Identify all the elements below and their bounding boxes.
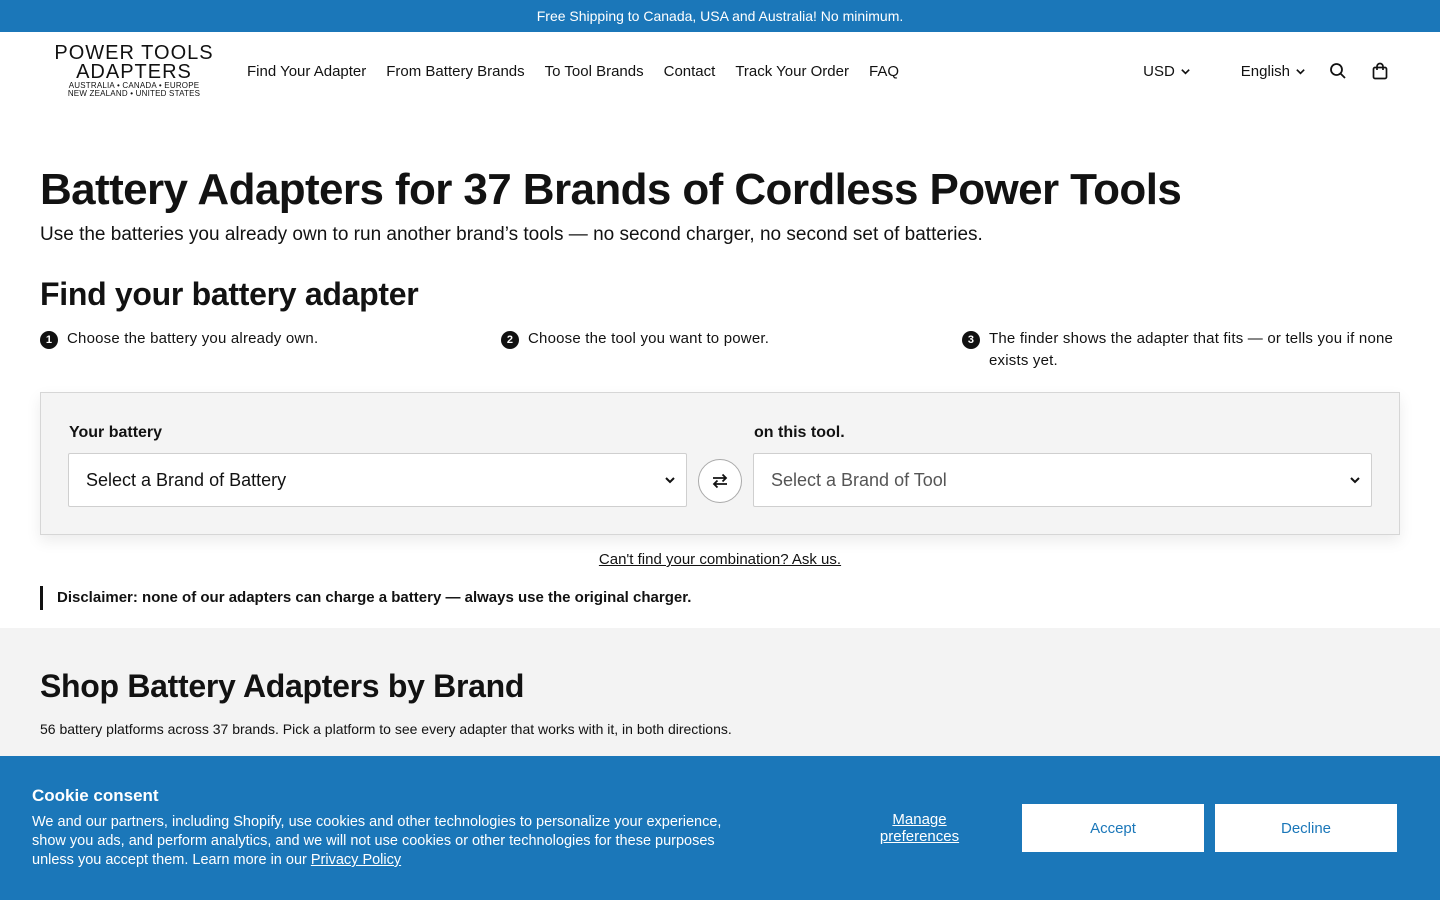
step-1: 1 Choose the battery you already own. [40, 328, 501, 372]
ask-us-link[interactable]: Can't find your combination? Ask us. [599, 551, 841, 568]
battery-brand-select[interactable]: Select a Brand of Battery [68, 453, 687, 507]
chevron-down-icon [665, 477, 675, 484]
cart-icon [1372, 62, 1388, 80]
search-button[interactable] [1328, 61, 1348, 81]
chevron-down-icon [1296, 68, 1305, 75]
battery-label: Your battery [69, 424, 163, 441]
tool-select-value: Select a Brand of Tool [771, 469, 947, 490]
step-text: The finder shows the adapter that fits —… [989, 330, 1394, 369]
logo-sub-2: NEW ZEALAND • UNITED STATES [67, 89, 201, 98]
step-3: 3 The finder shows the adapter that fits… [962, 328, 1400, 372]
step-text: Choose the tool you want to power. [528, 330, 770, 347]
chevron-down-icon [1181, 68, 1190, 75]
main-nav: Find Your Adapter From Battery Brands To… [247, 63, 899, 80]
step-number: 1 [40, 331, 58, 349]
nav-find-your-adapter[interactable]: Find Your Adapter [247, 63, 366, 80]
manage-preferences-link[interactable]: Manage preferences [872, 811, 967, 845]
nav-from-battery-brands[interactable]: From Battery Brands [386, 63, 524, 80]
page-title: Battery Adapters for 37 Brands of Cordle… [40, 165, 1182, 214]
site-header: POWER TOOLS ADAPTERS AUSTRALIA • CANADA … [0, 32, 1440, 110]
disclaimer: Disclaimer: none of our adapters can cha… [40, 586, 1400, 610]
step-number: 3 [962, 331, 980, 349]
finder-steps: 1 Choose the battery you already own. 2 … [40, 328, 1400, 372]
language-label: English [1240, 62, 1290, 80]
page-subtitle: Use the batteries you already own to run… [40, 224, 983, 245]
step-2: 2 Choose the tool you want to power. [501, 328, 962, 372]
shop-title: Shop Battery Adapters by Brand [40, 668, 525, 704]
privacy-policy-link[interactable]: Privacy Policy [311, 852, 401, 868]
logo-line-2: ADAPTERS [76, 61, 192, 83]
swap-arrows-icon [712, 473, 728, 489]
chevron-down-icon [1350, 477, 1360, 484]
tool-label: on this tool. [754, 424, 845, 441]
swap-button[interactable] [698, 459, 742, 503]
tool-brand-select[interactable]: Select a Brand of Tool [753, 453, 1372, 507]
cart-button[interactable] [1370, 61, 1390, 81]
nav-track-your-order[interactable]: Track Your Order [735, 63, 849, 80]
battery-select-value: Select a Brand of Battery [86, 469, 287, 490]
step-text: Choose the battery you already own. [67, 330, 319, 347]
announcement-bar: Free Shipping to Canada, USA and Austral… [0, 0, 1440, 32]
finder-heading: Find your battery adapter [40, 276, 419, 312]
step-number: 2 [501, 331, 519, 349]
header-utilities: USD English [1143, 32, 1390, 110]
nav-contact[interactable]: Contact [664, 63, 716, 80]
currency-selector[interactable]: USD [1143, 63, 1191, 80]
cookie-text: We and our partners, including Shopify, … [32, 813, 752, 870]
adapter-finder: Your battery Select a Brand of Battery o… [40, 392, 1400, 535]
language-selector[interactable]: English [1241, 63, 1306, 80]
ask-us-row: Can't find your combination? Ask us. [0, 551, 1440, 568]
search-icon [1330, 63, 1346, 79]
currency-label: USD [1143, 62, 1175, 80]
nav-to-tool-brands[interactable]: To Tool Brands [545, 63, 644, 80]
announcement-text: Free Shipping to Canada, USA and Austral… [536, 8, 904, 24]
accept-button[interactable]: Accept [1022, 804, 1204, 852]
shop-subtitle: 56 battery platforms across 37 brands. P… [40, 721, 732, 737]
decline-button[interactable]: Decline [1215, 804, 1397, 852]
cookie-banner: Cookie consent We and our partners, incl… [0, 756, 1440, 900]
cookie-title: Cookie consent [32, 786, 159, 805]
site-logo[interactable]: POWER TOOLS ADAPTERS AUSTRALIA • CANADA … [46, 43, 222, 98]
hero-section: Battery Adapters for 37 Brands of Cordle… [0, 110, 1440, 372]
nav-faq[interactable]: FAQ [869, 63, 899, 80]
